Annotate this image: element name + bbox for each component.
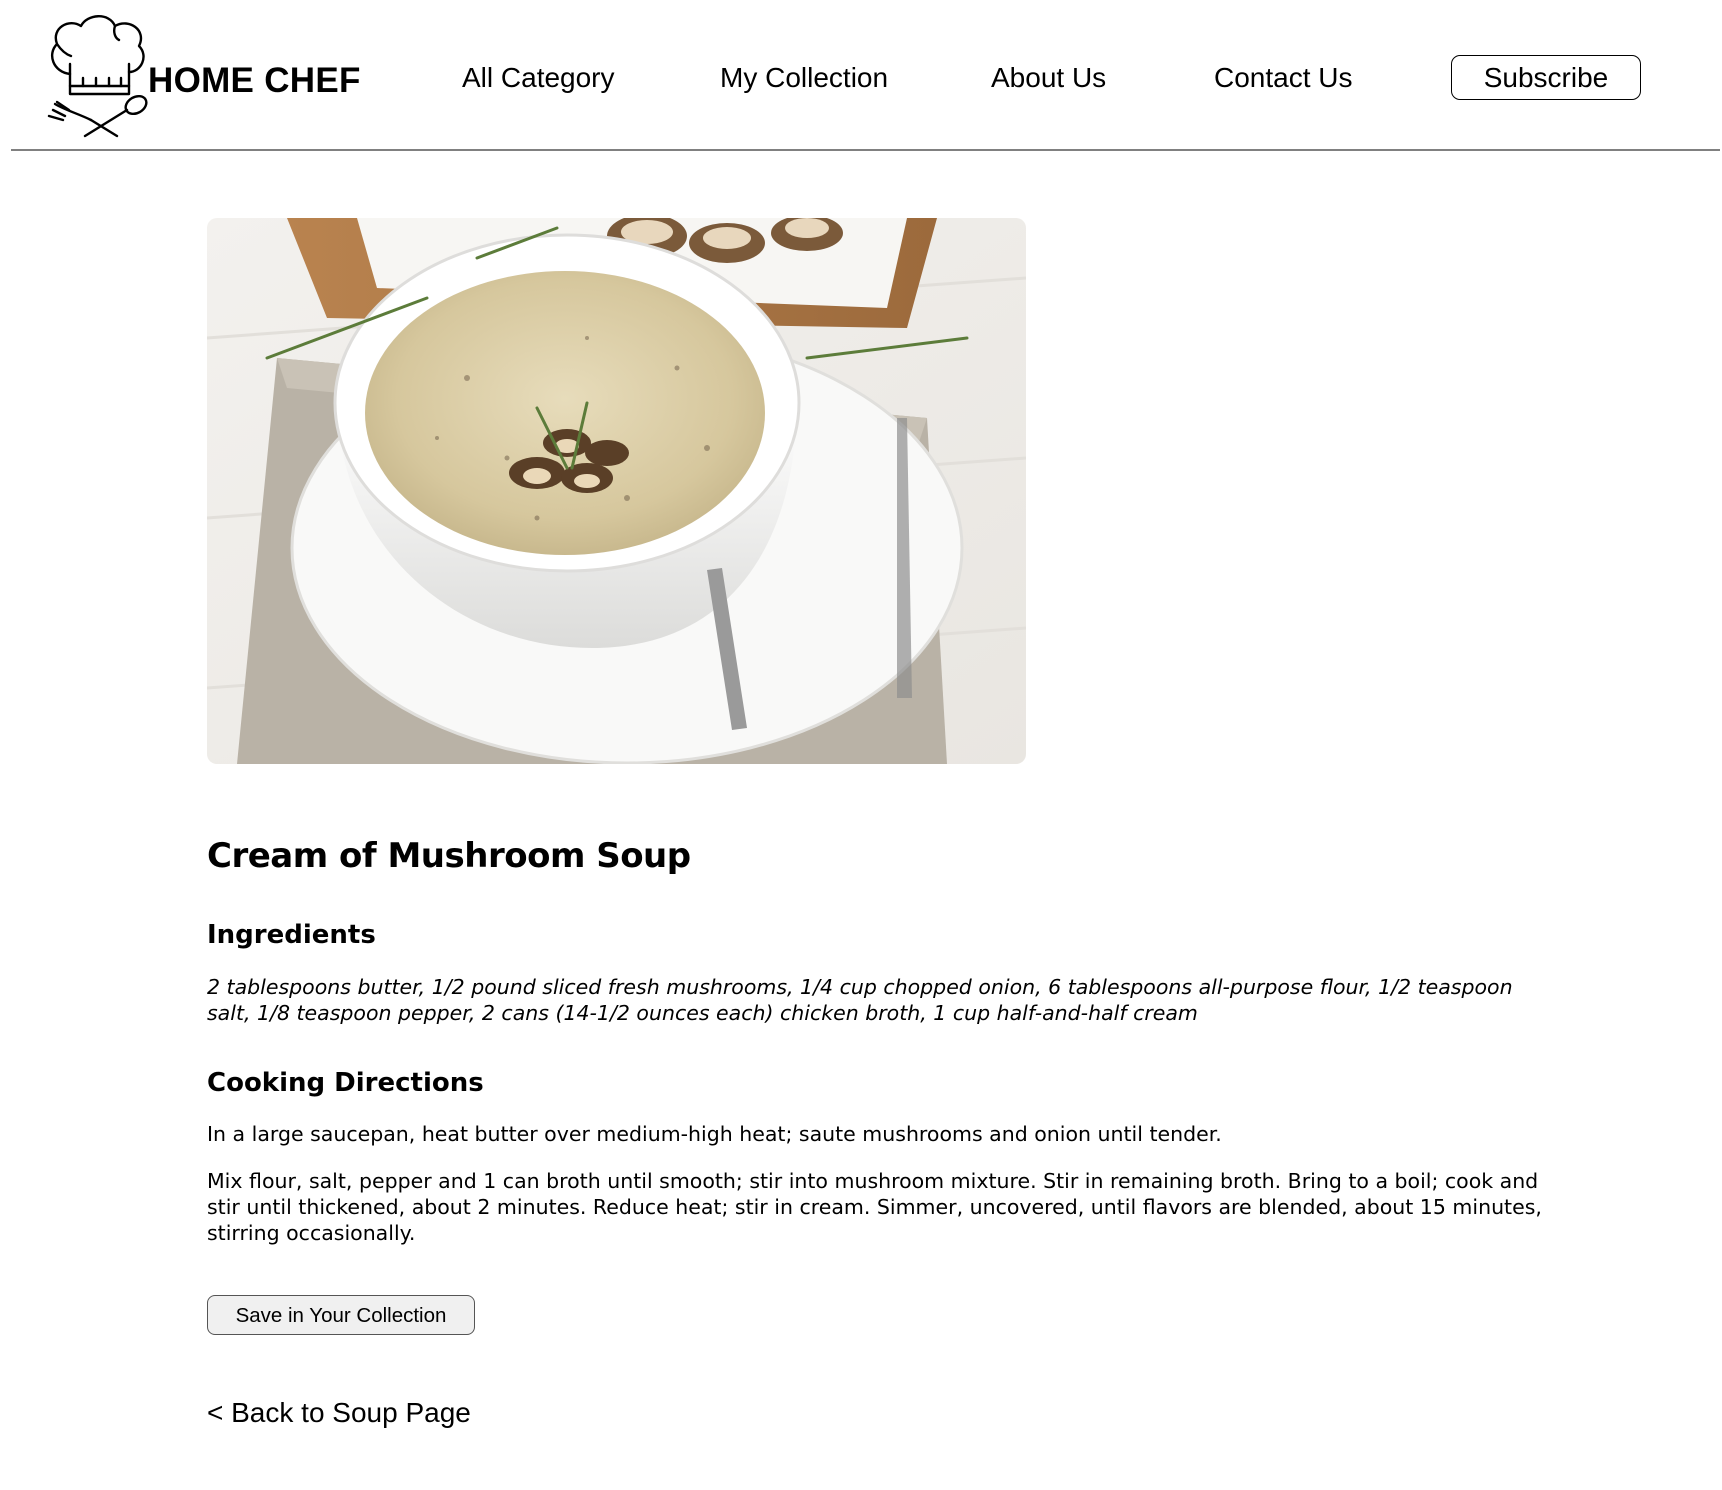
ingredients-heading: Ingredients bbox=[207, 920, 376, 950]
direction-step: Mix flour, salt, pepper and 1 can broth … bbox=[207, 1169, 1542, 1245]
recipe-title: Cream of Mushroom Soup bbox=[207, 836, 691, 876]
nav-contact-us[interactable]: Contact Us bbox=[1214, 61, 1353, 95]
subscribe-button[interactable]: Subscribe bbox=[1451, 55, 1641, 100]
ingredients-list: 2 tablespoons butter, 1/2 pound sliced f… bbox=[207, 975, 1513, 1025]
directions-heading: Cooking Directions bbox=[207, 1068, 484, 1098]
soup-bowl-illustration bbox=[207, 218, 1026, 764]
save-to-collection-button[interactable]: Save in Your Collection bbox=[207, 1295, 475, 1335]
direction-step: In a large saucepan, heat butter over me… bbox=[207, 1122, 1222, 1146]
nav-all-category[interactable]: All Category bbox=[462, 61, 615, 95]
brand-name: HOME CHEF bbox=[148, 61, 361, 100]
site-logo[interactable]: HOME CHEF bbox=[43, 10, 363, 140]
chef-hat-fork-spoon-icon bbox=[47, 15, 148, 138]
site-header: HOME CHEF All Category My Collection Abo… bbox=[11, 0, 1720, 151]
nav-about-us[interactable]: About Us bbox=[991, 61, 1106, 95]
nav-my-collection[interactable]: My Collection bbox=[720, 61, 888, 95]
back-to-soup-page-link[interactable]: < Back to Soup Page bbox=[207, 1396, 471, 1430]
recipe-hero-image bbox=[207, 218, 1026, 764]
